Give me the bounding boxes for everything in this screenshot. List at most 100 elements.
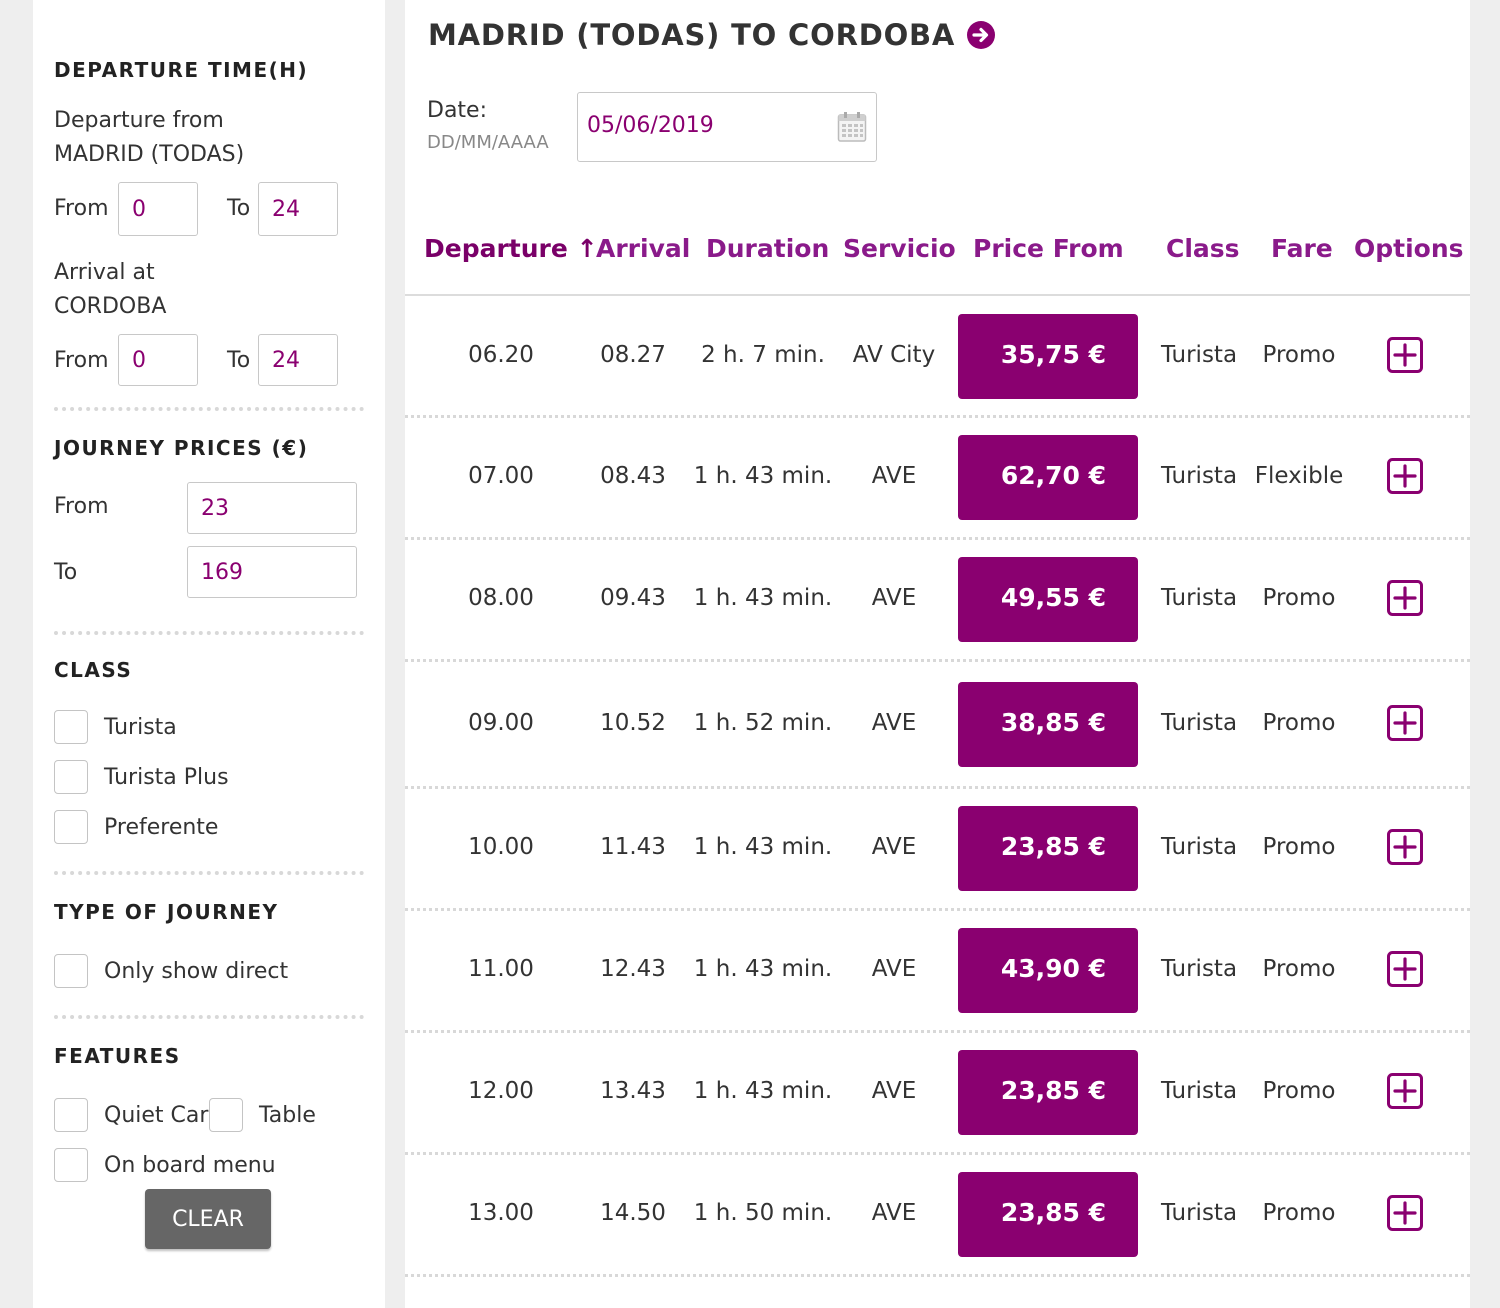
arrival-to-text: To <box>227 348 251 373</box>
row-divider <box>405 1274 1470 1277</box>
class-value: Turista <box>1160 710 1238 736</box>
column-header-servicio[interactable]: Servicio <box>843 234 956 263</box>
features-title: FEATURES <box>54 1044 181 1068</box>
price-button[interactable]: 35,75 € <box>958 314 1138 399</box>
arrival-at-label: Arrival at <box>54 260 155 285</box>
price-button[interactable]: 23,85 € <box>958 1050 1138 1135</box>
class-value: Turista <box>1160 1078 1238 1104</box>
filter-sidebar: DEPARTURE TIME(H) Departure from MADRID … <box>33 0 385 1308</box>
column-header-arrival[interactable]: Arrival <box>596 234 690 263</box>
price-button[interactable]: 38,85 € <box>958 682 1138 767</box>
arrival-time: 14.50 <box>600 1200 666 1226</box>
departure-from-input[interactable] <box>118 182 198 236</box>
arrival-station-label: CORDOBA <box>54 294 167 319</box>
turista-checkbox[interactable] <box>54 710 88 744</box>
price-to-input[interactable] <box>187 546 357 598</box>
departure-time: 11.00 <box>468 956 534 982</box>
divider <box>54 631 364 635</box>
table-checkbox[interactable] <box>209 1098 243 1132</box>
plus-square-icon[interactable] <box>1387 458 1423 494</box>
route-title-text: MADRID (TODAS) TO CORDOBA <box>428 18 956 52</box>
plus-square-icon[interactable] <box>1387 1073 1423 1109</box>
column-header-class[interactable]: Class <box>1166 234 1240 263</box>
plus-square-icon[interactable] <box>1387 337 1423 373</box>
quiet-car-checkbox[interactable] <box>54 1098 88 1132</box>
on-board-menu-checkbox[interactable] <box>54 1148 88 1182</box>
class-option-preferente[interactable]: Preferente <box>54 810 218 844</box>
departure-time: 07.00 <box>468 463 534 489</box>
price-button[interactable]: 49,55 € <box>958 557 1138 642</box>
plus-square-icon[interactable] <box>1387 951 1423 987</box>
clear-button[interactable]: CLEAR <box>145 1189 271 1249</box>
departure-from-text: From <box>54 196 109 221</box>
type-of-journey-title: TYPE OF JOURNEY <box>54 900 279 924</box>
departure-time: 10.00 <box>468 834 534 860</box>
departure-time: 06.20 <box>468 342 534 368</box>
page: DEPARTURE TIME(H) Departure from MADRID … <box>0 0 1500 1308</box>
fare-value: Promo <box>1262 710 1336 736</box>
servicio: AVE <box>871 1200 917 1226</box>
departure-from-label: Departure from <box>54 108 224 133</box>
sort-arrow-up-icon: ↑ <box>576 234 598 263</box>
departure-station-label: MADRID (TODAS) <box>54 142 245 167</box>
date-label: Date: <box>427 98 487 123</box>
plus-square-icon[interactable] <box>1387 580 1423 616</box>
column-header-fare[interactable]: Fare <box>1271 234 1333 263</box>
price-button[interactable]: 62,70 € <box>958 435 1138 520</box>
class-value: Turista <box>1160 463 1238 489</box>
date-input[interactable]: 05/06/2019 <box>577 92 877 162</box>
plus-square-icon[interactable] <box>1387 1195 1423 1231</box>
only-direct-checkbox[interactable] <box>54 954 88 988</box>
departure-time: 13.00 <box>468 1200 534 1226</box>
class-option-turista-plus[interactable]: Turista Plus <box>54 760 229 794</box>
results-panel: MADRID (TODAS) TO CORDOBA Date: DD/MM/AA… <box>405 0 1470 1308</box>
preferente-checkbox[interactable] <box>54 810 88 844</box>
only-direct-option[interactable]: Only show direct <box>54 954 288 988</box>
class-option-turista[interactable]: Turista <box>54 710 177 744</box>
duration: 1 h. 43 min. <box>693 585 833 611</box>
plus-square-icon[interactable] <box>1387 705 1423 741</box>
price-button[interactable]: 23,85 € <box>958 1172 1138 1257</box>
departure-header-label: Departure <box>424 234 568 263</box>
table-row: 12.00 13.43 1 h. 43 min. AVE Turista Promo 23,… <box>405 1031 1470 1155</box>
table-row: 08.00 09.43 1 h. 43 min. AVE Turista Promo 49,… <box>405 538 1470 662</box>
departure-time: 12.00 <box>468 1078 534 1104</box>
servicio: AVE <box>871 585 917 611</box>
price-button[interactable]: 23,85 € <box>958 806 1138 891</box>
servicio: AVE <box>871 710 917 736</box>
duration: 1 h. 43 min. <box>693 463 833 489</box>
class-value: Turista <box>1160 956 1238 982</box>
feature-label: On board menu <box>104 1152 276 1178</box>
arrival-from-text: From <box>54 348 109 373</box>
turista-plus-checkbox[interactable] <box>54 760 88 794</box>
feature-quiet-car[interactable]: Quiet Car <box>54 1098 208 1132</box>
table-row: 10.00 11.43 1 h. 43 min. AVE Turista Promo 23,… <box>405 787 1470 911</box>
table-row: 13.00 14.50 1 h. 50 min. AVE Turista Promo 23,… <box>405 1153 1470 1277</box>
column-header-departure[interactable]: Departure ↑ <box>424 234 598 263</box>
departure-to-input[interactable] <box>258 182 338 236</box>
plus-square-icon[interactable] <box>1387 829 1423 865</box>
calendar-icon[interactable] <box>837 111 867 143</box>
servicio: AVE <box>871 1078 917 1104</box>
arrow-right-circle-icon[interactable] <box>967 21 996 49</box>
column-header-duration[interactable]: Duration <box>706 234 829 263</box>
departure-time-title: DEPARTURE TIME(H) <box>54 58 309 82</box>
class-value: Turista <box>1160 342 1238 368</box>
arrival-to-input[interactable] <box>258 334 338 386</box>
column-header-price-from[interactable]: Price From <box>973 234 1124 263</box>
divider <box>54 407 364 411</box>
feature-table[interactable]: Table <box>209 1098 316 1132</box>
duration: 1 h. 52 min. <box>693 710 833 736</box>
arrival-time: 08.43 <box>600 463 666 489</box>
servicio: AV City <box>852 342 936 368</box>
price-button[interactable]: 43,90 € <box>958 928 1138 1013</box>
price-to-text: To <box>54 560 78 585</box>
feature-label: Quiet Car <box>104 1102 209 1128</box>
feature-on-board-menu[interactable]: On board menu <box>54 1148 276 1182</box>
fare-value: Promo <box>1262 585 1336 611</box>
arrival-time: 09.43 <box>600 585 666 611</box>
price-from-input[interactable] <box>187 482 357 534</box>
arrival-from-input[interactable] <box>118 334 198 386</box>
date-value: 05/06/2019 <box>587 113 714 138</box>
duration: 1 h. 43 min. <box>693 1078 833 1104</box>
